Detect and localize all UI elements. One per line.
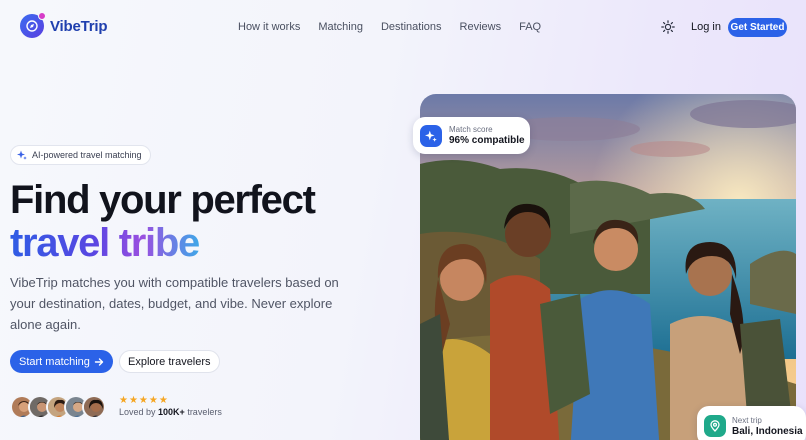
- arrow-right-icon: [94, 357, 104, 366]
- nav-link-matching[interactable]: Matching: [318, 21, 363, 33]
- avatar-group: [10, 395, 106, 419]
- login-link[interactable]: Log in: [691, 21, 721, 33]
- nav-link-reviews[interactable]: Reviews: [460, 21, 502, 33]
- hero-description: VibeTrip matches you with compatible tra…: [10, 275, 339, 332]
- next-trip-value: Bali, Indonesia: [732, 425, 803, 437]
- hero-title-line1: Find your perfect: [10, 178, 316, 222]
- nav-link-how-it-works[interactable]: How it works: [238, 21, 300, 33]
- nav-link-destinations[interactable]: Destinations: [381, 21, 442, 33]
- match-score-card: Match score 96% compatible: [413, 117, 530, 154]
- map-pin-icon: [704, 415, 726, 437]
- match-score-label: Match score: [449, 125, 493, 134]
- nav-link-faq[interactable]: FAQ: [519, 21, 541, 33]
- next-trip-label: Next trip: [732, 415, 762, 425]
- match-score-value: 96% compatible: [449, 135, 525, 146]
- avatar: [82, 395, 106, 419]
- explore-travelers-button[interactable]: Explore travelers: [119, 350, 220, 373]
- sparkle-icon: [17, 150, 27, 160]
- start-matching-label: Start matching: [19, 355, 90, 368]
- sun-icon[interactable]: [661, 20, 675, 34]
- get-started-button[interactable]: Get Started: [728, 18, 787, 37]
- nav-links: How it works Matching Destinations Revie…: [238, 21, 559, 33]
- loved-count: 100K+: [158, 407, 185, 417]
- brand-name: VibeTrip: [50, 17, 108, 35]
- next-trip-card: Next trip Bali, Indonesia: [697, 406, 806, 440]
- ai-badge: AI-powered travel matching: [10, 145, 151, 165]
- logo[interactable]: VibeTrip: [20, 12, 108, 38]
- compass-icon: [20, 12, 46, 38]
- loved-by-text: Loved by 100K+ travelers: [119, 407, 222, 417]
- top-nav: VibeTrip How it works Matching Destinati…: [0, 0, 806, 54]
- rating-stars: ★★★★★: [119, 395, 169, 406]
- sparkle-icon: [420, 124, 442, 147]
- ai-badge-label: AI-powered travel matching: [32, 150, 142, 160]
- hero-title-line2: travel tribe: [10, 221, 200, 265]
- start-matching-button[interactable]: Start matching: [10, 350, 113, 373]
